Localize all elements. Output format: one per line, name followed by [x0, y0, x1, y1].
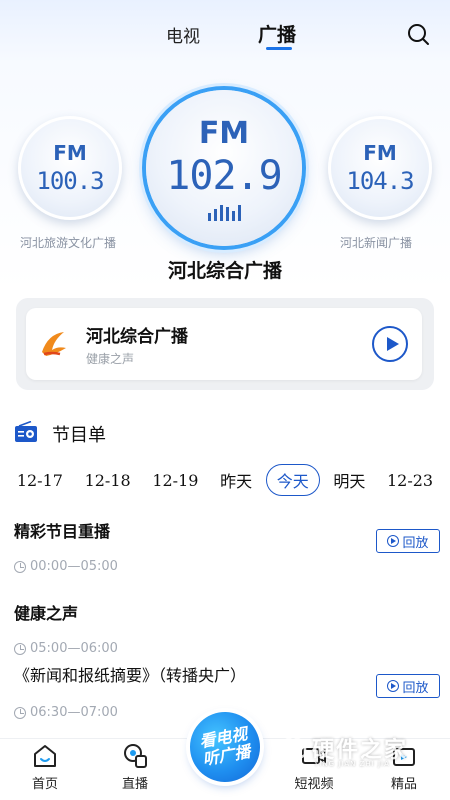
now-playing-card[interactable]: 河北综合广播 健康之声 — [26, 308, 422, 380]
current-station-name: 河北综合广播 — [167, 260, 282, 282]
play-button[interactable] — [372, 326, 408, 362]
schedule-title: 节目单 — [52, 425, 106, 446]
replay-label: 回放 — [402, 680, 429, 696]
replay-button[interactable]: 回放 — [376, 674, 440, 698]
program-row[interactable]: 健康之声 05:00—06:00 — [14, 600, 440, 664]
date-tab[interactable]: 12-18 — [77, 467, 139, 494]
tab-radio[interactable]: 广播 — [258, 20, 296, 47]
date-tab[interactable]: 12-23 — [379, 467, 441, 494]
audio-bars-icon — [207, 204, 241, 221]
band-label: FM — [363, 141, 397, 165]
date-tab-active[interactable]: 今天 — [265, 464, 320, 496]
band-label: FM — [53, 141, 87, 165]
nav-live[interactable]: 直播 — [105, 743, 165, 792]
program-name: 健康之声 — [14, 604, 79, 623]
clock-icon — [14, 706, 26, 719]
station-name-right: 河北新闻广播 — [340, 236, 413, 250]
now-playing-program: 健康之声 — [86, 352, 135, 366]
station-name-left: 河北旅游文化广播 — [20, 236, 117, 250]
replay-icon — [387, 680, 400, 692]
replay-label: 回放 — [402, 535, 429, 551]
tab-tv[interactable]: 电视 — [166, 22, 200, 47]
clock-icon — [14, 642, 26, 655]
station-dial-left[interactable]: FM 100.3 — [18, 116, 122, 220]
nav-home[interactable]: 首页 — [15, 743, 75, 792]
date-tab[interactable]: 昨天 — [212, 464, 260, 496]
station-logo-icon — [42, 332, 66, 356]
program-time: 00:00—05:00 — [14, 559, 118, 574]
live-icon — [124, 744, 147, 768]
frequency: 102.9 — [166, 152, 282, 199]
top-bar: 电视 广播 — [0, 0, 450, 62]
tab-active-indicator — [266, 47, 292, 50]
date-tab[interactable]: 明天 — [325, 464, 373, 496]
program-time: 05:00—06:00 — [14, 641, 118, 656]
program-row[interactable]: 精彩节目重播 回放 00:00—05:00 — [14, 518, 440, 582]
search-icon[interactable] — [406, 22, 430, 46]
date-tab[interactable]: 12-17 — [9, 467, 71, 494]
replay-icon — [387, 535, 400, 547]
date-selector: 12-17 12-18 12-19 昨天 今天 明天 12-23 — [0, 462, 450, 498]
program-time: 06:30—07:00 — [14, 705, 118, 720]
frequency: 104.3 — [346, 167, 414, 195]
frequency: 100.3 — [36, 167, 104, 195]
watermark-logo-icon — [279, 734, 307, 764]
watermark: 硬件之家 YING JIAN ZHI JIA — [272, 730, 440, 774]
date-tab[interactable]: 12-19 — [144, 467, 206, 494]
watermark-subtext: YING JIAN ZHI JIA — [314, 760, 390, 768]
station-dial-right[interactable]: FM 104.3 — [328, 116, 432, 220]
schedule-header: 节目单 — [14, 420, 434, 446]
band-label: FM — [198, 115, 250, 151]
home-icon — [34, 745, 56, 767]
now-playing-panel: 河北综合广播 健康之声 — [16, 298, 434, 390]
radio-icon — [15, 421, 37, 442]
station-dial-current[interactable]: FM 102.9 — [146, 90, 302, 246]
replay-button[interactable]: 回放 — [376, 529, 440, 553]
clock-icon — [14, 560, 26, 573]
now-playing-station: 河北综合广播 — [86, 327, 188, 347]
